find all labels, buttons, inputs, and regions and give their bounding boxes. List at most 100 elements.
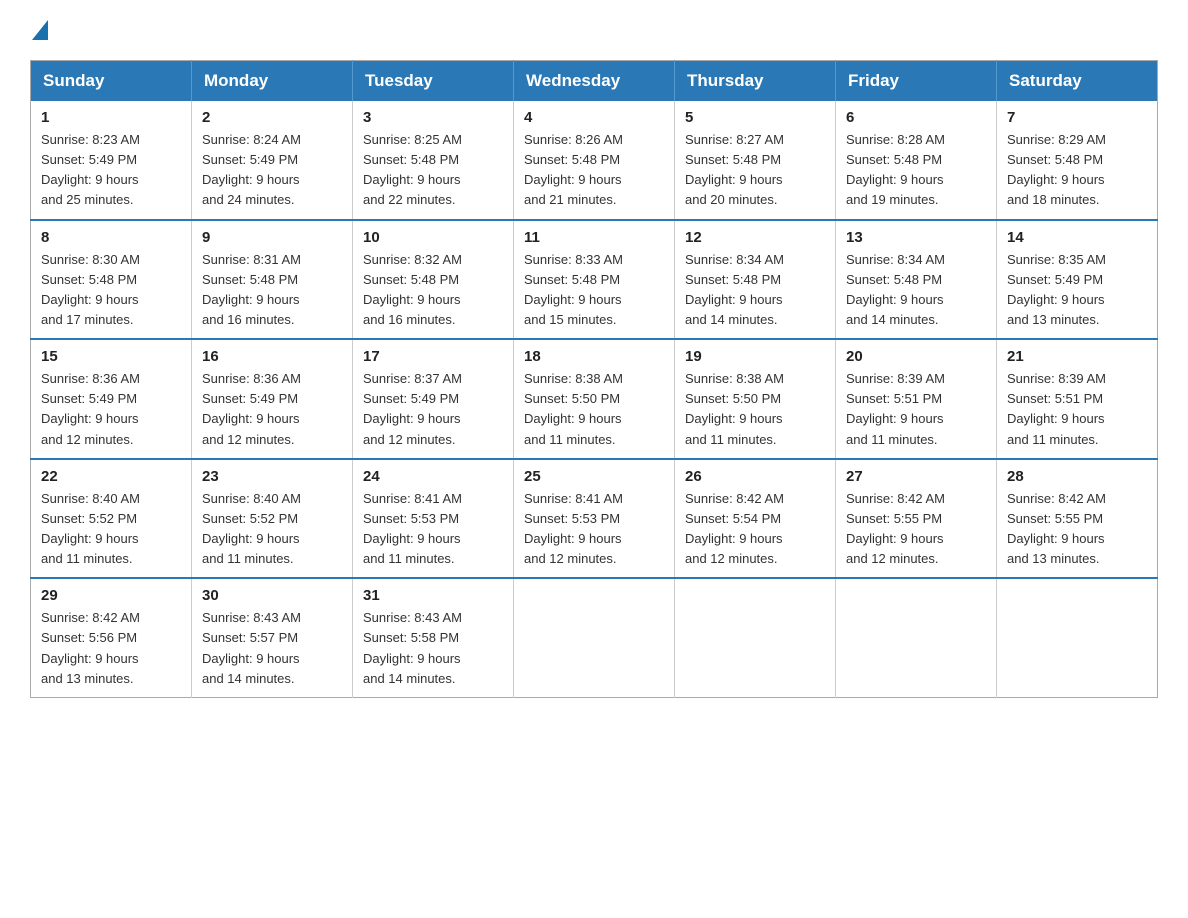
col-header-thursday: Thursday: [675, 61, 836, 102]
calendar-cell: 31 Sunrise: 8:43 AMSunset: 5:58 PMDaylig…: [353, 578, 514, 697]
calendar-cell: 7 Sunrise: 8:29 AMSunset: 5:48 PMDayligh…: [997, 101, 1158, 220]
day-info: Sunrise: 8:38 AMSunset: 5:50 PMDaylight:…: [524, 371, 623, 446]
day-info: Sunrise: 8:28 AMSunset: 5:48 PMDaylight:…: [846, 132, 945, 207]
day-number: 18: [524, 348, 664, 365]
day-info: Sunrise: 8:40 AMSunset: 5:52 PMDaylight:…: [202, 491, 301, 566]
calendar-week-row: 8 Sunrise: 8:30 AMSunset: 5:48 PMDayligh…: [31, 220, 1158, 340]
day-number: 19: [685, 348, 825, 365]
calendar-cell: [836, 578, 997, 697]
day-info: Sunrise: 8:43 AMSunset: 5:58 PMDaylight:…: [363, 610, 462, 685]
calendar-cell: 1 Sunrise: 8:23 AMSunset: 5:49 PMDayligh…: [31, 101, 192, 220]
day-number: 12: [685, 229, 825, 246]
calendar-cell: [675, 578, 836, 697]
col-header-wednesday: Wednesday: [514, 61, 675, 102]
day-info: Sunrise: 8:31 AMSunset: 5:48 PMDaylight:…: [202, 252, 301, 327]
day-info: Sunrise: 8:32 AMSunset: 5:48 PMDaylight:…: [363, 252, 462, 327]
logo-triangle-icon: [32, 20, 48, 40]
day-number: 25: [524, 468, 664, 485]
day-number: 27: [846, 468, 986, 485]
col-header-monday: Monday: [192, 61, 353, 102]
day-number: 24: [363, 468, 503, 485]
day-number: 16: [202, 348, 342, 365]
day-number: 6: [846, 109, 986, 126]
day-info: Sunrise: 8:42 AMSunset: 5:54 PMDaylight:…: [685, 491, 784, 566]
day-info: Sunrise: 8:27 AMSunset: 5:48 PMDaylight:…: [685, 132, 784, 207]
calendar-cell: 21 Sunrise: 8:39 AMSunset: 5:51 PMDaylig…: [997, 339, 1158, 459]
day-info: Sunrise: 8:35 AMSunset: 5:49 PMDaylight:…: [1007, 252, 1106, 327]
calendar-cell: 25 Sunrise: 8:41 AMSunset: 5:53 PMDaylig…: [514, 459, 675, 579]
calendar-header-row: SundayMondayTuesdayWednesdayThursdayFrid…: [31, 61, 1158, 102]
calendar-cell: 19 Sunrise: 8:38 AMSunset: 5:50 PMDaylig…: [675, 339, 836, 459]
day-info: Sunrise: 8:29 AMSunset: 5:48 PMDaylight:…: [1007, 132, 1106, 207]
day-number: 21: [1007, 348, 1147, 365]
day-info: Sunrise: 8:42 AMSunset: 5:55 PMDaylight:…: [846, 491, 945, 566]
day-info: Sunrise: 8:41 AMSunset: 5:53 PMDaylight:…: [524, 491, 623, 566]
day-info: Sunrise: 8:38 AMSunset: 5:50 PMDaylight:…: [685, 371, 784, 446]
page-header: [30, 20, 1158, 42]
day-number: 17: [363, 348, 503, 365]
day-number: 3: [363, 109, 503, 126]
calendar-cell: 5 Sunrise: 8:27 AMSunset: 5:48 PMDayligh…: [675, 101, 836, 220]
calendar-cell: [514, 578, 675, 697]
calendar-cell: 9 Sunrise: 8:31 AMSunset: 5:48 PMDayligh…: [192, 220, 353, 340]
calendar-cell: 28 Sunrise: 8:42 AMSunset: 5:55 PMDaylig…: [997, 459, 1158, 579]
calendar-cell: 15 Sunrise: 8:36 AMSunset: 5:49 PMDaylig…: [31, 339, 192, 459]
day-info: Sunrise: 8:25 AMSunset: 5:48 PMDaylight:…: [363, 132, 462, 207]
calendar-week-row: 29 Sunrise: 8:42 AMSunset: 5:56 PMDaylig…: [31, 578, 1158, 697]
calendar-cell: 6 Sunrise: 8:28 AMSunset: 5:48 PMDayligh…: [836, 101, 997, 220]
calendar-week-row: 22 Sunrise: 8:40 AMSunset: 5:52 PMDaylig…: [31, 459, 1158, 579]
calendar-cell: 17 Sunrise: 8:37 AMSunset: 5:49 PMDaylig…: [353, 339, 514, 459]
calendar-cell: 12 Sunrise: 8:34 AMSunset: 5:48 PMDaylig…: [675, 220, 836, 340]
day-number: 28: [1007, 468, 1147, 485]
calendar-cell: 4 Sunrise: 8:26 AMSunset: 5:48 PMDayligh…: [514, 101, 675, 220]
day-number: 31: [363, 587, 503, 604]
day-info: Sunrise: 8:30 AMSunset: 5:48 PMDaylight:…: [41, 252, 140, 327]
day-info: Sunrise: 8:42 AMSunset: 5:56 PMDaylight:…: [41, 610, 140, 685]
col-header-saturday: Saturday: [997, 61, 1158, 102]
calendar-cell: [997, 578, 1158, 697]
day-info: Sunrise: 8:40 AMSunset: 5:52 PMDaylight:…: [41, 491, 140, 566]
calendar-cell: 18 Sunrise: 8:38 AMSunset: 5:50 PMDaylig…: [514, 339, 675, 459]
day-info: Sunrise: 8:33 AMSunset: 5:48 PMDaylight:…: [524, 252, 623, 327]
day-number: 20: [846, 348, 986, 365]
calendar-cell: 16 Sunrise: 8:36 AMSunset: 5:49 PMDaylig…: [192, 339, 353, 459]
day-info: Sunrise: 8:39 AMSunset: 5:51 PMDaylight:…: [846, 371, 945, 446]
calendar-cell: 14 Sunrise: 8:35 AMSunset: 5:49 PMDaylig…: [997, 220, 1158, 340]
day-info: Sunrise: 8:39 AMSunset: 5:51 PMDaylight:…: [1007, 371, 1106, 446]
day-info: Sunrise: 8:24 AMSunset: 5:49 PMDaylight:…: [202, 132, 301, 207]
calendar-cell: 23 Sunrise: 8:40 AMSunset: 5:52 PMDaylig…: [192, 459, 353, 579]
day-info: Sunrise: 8:34 AMSunset: 5:48 PMDaylight:…: [846, 252, 945, 327]
calendar-week-row: 15 Sunrise: 8:36 AMSunset: 5:49 PMDaylig…: [31, 339, 1158, 459]
day-info: Sunrise: 8:41 AMSunset: 5:53 PMDaylight:…: [363, 491, 462, 566]
logo: [30, 20, 48, 42]
day-number: 4: [524, 109, 664, 126]
calendar-cell: 8 Sunrise: 8:30 AMSunset: 5:48 PMDayligh…: [31, 220, 192, 340]
day-info: Sunrise: 8:42 AMSunset: 5:55 PMDaylight:…: [1007, 491, 1106, 566]
day-number: 10: [363, 229, 503, 246]
day-number: 14: [1007, 229, 1147, 246]
day-info: Sunrise: 8:36 AMSunset: 5:49 PMDaylight:…: [202, 371, 301, 446]
col-header-sunday: Sunday: [31, 61, 192, 102]
calendar-cell: 26 Sunrise: 8:42 AMSunset: 5:54 PMDaylig…: [675, 459, 836, 579]
day-number: 9: [202, 229, 342, 246]
day-info: Sunrise: 8:34 AMSunset: 5:48 PMDaylight:…: [685, 252, 784, 327]
calendar-cell: 29 Sunrise: 8:42 AMSunset: 5:56 PMDaylig…: [31, 578, 192, 697]
day-number: 1: [41, 109, 181, 126]
calendar-cell: 22 Sunrise: 8:40 AMSunset: 5:52 PMDaylig…: [31, 459, 192, 579]
col-header-tuesday: Tuesday: [353, 61, 514, 102]
calendar-cell: 20 Sunrise: 8:39 AMSunset: 5:51 PMDaylig…: [836, 339, 997, 459]
calendar-cell: 10 Sunrise: 8:32 AMSunset: 5:48 PMDaylig…: [353, 220, 514, 340]
calendar-cell: 11 Sunrise: 8:33 AMSunset: 5:48 PMDaylig…: [514, 220, 675, 340]
col-header-friday: Friday: [836, 61, 997, 102]
day-info: Sunrise: 8:37 AMSunset: 5:49 PMDaylight:…: [363, 371, 462, 446]
calendar-week-row: 1 Sunrise: 8:23 AMSunset: 5:49 PMDayligh…: [31, 101, 1158, 220]
day-number: 15: [41, 348, 181, 365]
day-info: Sunrise: 8:23 AMSunset: 5:49 PMDaylight:…: [41, 132, 140, 207]
calendar-cell: 27 Sunrise: 8:42 AMSunset: 5:55 PMDaylig…: [836, 459, 997, 579]
calendar-cell: 24 Sunrise: 8:41 AMSunset: 5:53 PMDaylig…: [353, 459, 514, 579]
calendar-cell: 30 Sunrise: 8:43 AMSunset: 5:57 PMDaylig…: [192, 578, 353, 697]
day-number: 11: [524, 229, 664, 246]
day-number: 7: [1007, 109, 1147, 126]
calendar-cell: 2 Sunrise: 8:24 AMSunset: 5:49 PMDayligh…: [192, 101, 353, 220]
day-number: 23: [202, 468, 342, 485]
